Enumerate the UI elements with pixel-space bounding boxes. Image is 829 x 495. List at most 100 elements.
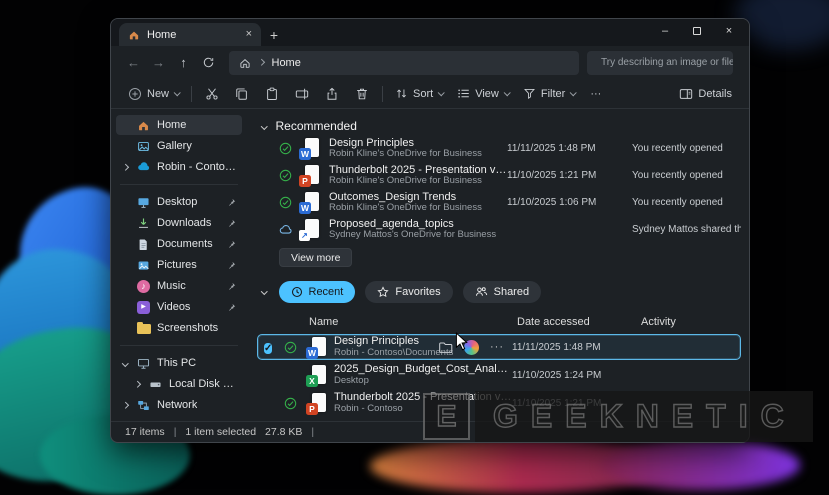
word-file-icon [299,192,321,214]
delete-button[interactable] [347,82,377,106]
details-button[interactable]: Details [672,82,739,106]
sidebar-item-music[interactable]: ♪ Music [116,276,242,296]
file-title: 2025_Design_Budget_Cost_Analysis [334,363,512,376]
sidebar-item-gallery[interactable]: Gallery [116,136,242,156]
copy-button[interactable] [227,82,257,106]
recommended-item[interactable]: Thunderbolt 2025 - Presentation v2.0Robi… [257,162,741,189]
sidebar-item-videos[interactable]: ▶ Videos [116,297,242,317]
details-button-label: Details [698,87,732,100]
search-placeholder: Try describing an image or file [601,57,733,68]
filter-pill-favorites[interactable]: Favorites [365,280,453,303]
close-button[interactable]: × [713,20,745,42]
pin-icon [227,303,236,312]
row-more-options-button[interactable]: ··· [490,341,504,353]
refresh-button[interactable] [196,51,221,75]
open-folder-location-icon[interactable] [438,340,453,355]
forward-button[interactable]: → [146,51,171,75]
refresh-icon [203,57,214,68]
disk-drive-icon [148,378,163,391]
sidebar-item-label: Local Disk (C:) [169,378,236,390]
tab-close-icon[interactable]: × [246,29,252,40]
watermark-logo: E [423,393,470,440]
recommended-section-header[interactable]: Recommended [257,117,741,135]
network-icon [136,399,151,412]
view-icon [458,89,469,98]
sidebar-item-onedrive[interactable]: Robin - Contoso [116,157,242,177]
filter-pill-recent[interactable]: Recent [278,280,356,303]
view-button[interactable]: View [450,82,516,106]
sidebar-item-label: Screenshots [157,322,219,334]
chevron-down-icon[interactable] [120,359,130,367]
new-button[interactable]: New [121,82,186,106]
paste-button[interactable] [257,82,287,106]
items-count: 17 items [125,426,165,438]
chevron-right-icon[interactable] [120,163,130,171]
new-tab-button[interactable]: + [261,23,287,46]
recommended-item[interactable]: Outcomes_Design TrendsRobin Kline's OneD… [257,189,741,216]
file-row-selected[interactable]: ✓ Design PrinciplesRobin - Contoso\Docum… [257,334,741,360]
videos-icon: ▶ [136,300,151,314]
section-title: Recommended [275,119,357,133]
folder-icon [136,321,151,334]
file-date: 11/11/2025 1:48 PM [507,143,596,154]
sidebar-item-this-pc[interactable]: This PC [116,353,242,373]
filter-pill-shared[interactable]: Shared [462,280,542,303]
sidebar-item-label: This PC [157,357,197,369]
sidebar-item-screenshots[interactable]: Screenshots [116,318,242,338]
toolbar-separator [382,85,384,102]
chevron-right-icon[interactable] [132,380,142,388]
chevron-down-icon [503,89,511,97]
chevron-down-icon [569,89,578,97]
row-checkbox[interactable]: ✓ [264,343,273,354]
tab-home[interactable]: Home × [119,23,261,46]
address-bar[interactable]: Home [229,50,579,75]
file-row[interactable]: 2025_Design_Budget_Cost_AnalysisDesktop … [257,362,741,388]
recommended-item[interactable]: Proposed_agenda_topicsSydney Mattos's On… [257,216,741,243]
filter-button[interactable]: Filter [516,82,582,106]
sidebar-item-network[interactable]: Network [116,395,242,415]
back-button[interactable]: ← [121,51,146,75]
wallpaper-bloom [600,440,800,490]
navigation-pane: Home Gallery Robin - Contoso Desktop Dow… [111,109,247,421]
sort-button[interactable]: Sort [388,82,450,106]
maximize-button[interactable] [681,20,713,42]
word-file-icon [299,138,321,160]
home-icon [240,58,250,68]
copy-icon [236,87,247,100]
recommended-item[interactable]: Design PrinciplesRobin Kline's OneDrive … [257,135,741,162]
home-icon [136,119,151,132]
rename-button[interactable] [287,82,317,106]
column-header-activity[interactable]: Activity [641,316,741,328]
people-icon [475,287,487,296]
sidebar-item-local-disk[interactable]: Local Disk (C:) [116,374,242,394]
sidebar-item-label: Pictures [157,259,197,271]
chevron-right-icon[interactable] [120,401,130,409]
sidebar-item-downloads[interactable]: Downloads [116,213,242,233]
sidebar-item-documents[interactable]: Documents [116,234,242,254]
file-date: 11/10/2025 1:21 PM [507,170,597,181]
file-location: Desktop [334,375,369,386]
cut-button[interactable] [197,82,227,106]
collapse-chevron-icon[interactable] [261,122,268,130]
sync-status-icon [279,169,299,182]
search-input[interactable]: Try describing an image or file [587,50,733,75]
file-activity: You recently opened [632,170,723,181]
up-button[interactable]: ↑ [171,51,196,75]
sync-status-icon [284,397,306,410]
sidebar-item-home[interactable]: Home [116,115,242,135]
more-options-button[interactable]: ··· [582,82,609,106]
sidebar-item-desktop[interactable]: Desktop [116,192,242,212]
collapse-chevron-icon[interactable] [261,288,268,295]
view-more-button[interactable]: View more [279,248,353,267]
share-button[interactable] [317,82,347,106]
minimize-button[interactable]: – [649,20,681,42]
column-header-name[interactable]: Name [309,316,517,328]
file-location: Robin Kline's OneDrive for Business [329,149,482,160]
column-header-date[interactable]: Date accessed [517,316,641,328]
word-file-icon [306,336,328,359]
paste-icon [267,87,277,100]
share-icon [327,87,337,100]
breadcrumb[interactable]: Home [272,57,301,69]
sidebar-item-pictures[interactable]: Pictures [116,255,242,275]
pictures-icon [136,259,151,272]
